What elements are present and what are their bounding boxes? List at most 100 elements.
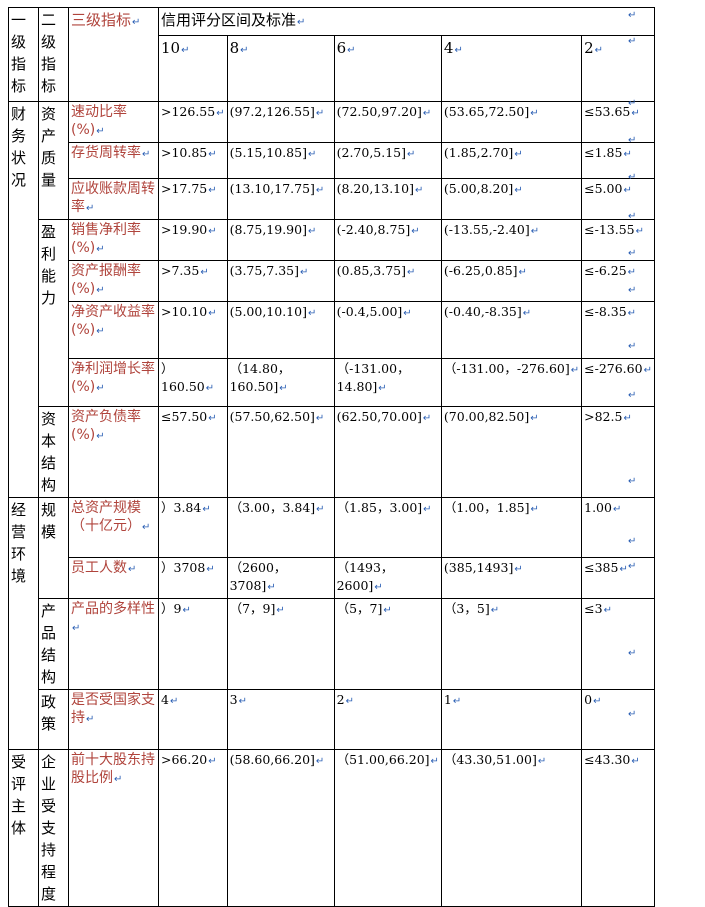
value-cell: (72.50,97.20]↵ [333, 101, 442, 143]
row-end-mark: ↵ [628, 36, 637, 47]
value-cell: ≤-13.55↵ [581, 219, 655, 261]
group-supported: 受评主体 [8, 749, 39, 907]
credit-score-table: 一级指标 二级指标 三级指标↵ 信用评分区间及标准↵ 10↵ 8↵ 6↵ 4↵ … [8, 7, 655, 907]
table-row: 政策 是否受国家支持↵ 4↵ 3↵ 2↵ 1↵ 0↵ [9, 689, 655, 750]
value-cell: （7，9]↵ [226, 598, 335, 690]
subgroup-asset-quality: 资产质量 [38, 101, 69, 220]
row-end-mark: ↵ [628, 390, 637, 401]
value-cell: (13.10,17.75]↵ [226, 178, 335, 220]
table-row: 应收账款周转率↵ >17.75↵ (13.10,17.75]↵ (8.20,13… [9, 178, 655, 220]
value-cell: >19.90↵ [158, 219, 228, 261]
row-end-mark: ↵ [628, 248, 637, 259]
table-row: 产品结构 产品的多样性↵ ）9↵ （7，9]↵ （5，7]↵ （3，5]↵ ≤3… [9, 598, 655, 690]
table-row: 盈利能力 销售净利率(%)↵ >19.90↵ (8.75,19.90]↵ (-2… [9, 219, 655, 407]
value-cell: 1↵ [440, 689, 583, 750]
row-end-mark: ↵ [628, 135, 637, 146]
table-row: 经营环境 规模 总资产规模（十亿元）↵ ）3.84↵ （3.00，3.84]↵ … [8, 497, 655, 750]
table-row: 净资产收益率(%)↵ >10.10↵ (5.00,10.10]↵ (-0.4,5… [9, 301, 655, 359]
table-row: 财务状况 资产质量 速动比率(%)↵ >126.55↵ (97.2,126.55… [8, 101, 655, 498]
value-cell: >126.55↵ [158, 101, 228, 143]
subgroup-policy: 政策 [38, 689, 69, 750]
value-cell: >17.75↵ [158, 178, 228, 220]
subgroup-capital-structure: 资本结构 [38, 406, 69, 498]
value-cell: （1.00，1.85]↵ [440, 497, 583, 558]
header-score-2: 2↵ [581, 35, 655, 102]
indicator-cell: 前十大股东持股比例↵ [68, 749, 159, 907]
group-operating: 经营环境 [8, 497, 39, 750]
value-cell: ≤57.50↵ [158, 406, 228, 498]
table-row: 资产报酬率(%)↵ >7.35↵ (3.75,7.35]↵ (0.85,3.75… [9, 260, 655, 302]
value-cell: ≤5.00↵ [581, 178, 655, 220]
header-credit-range: 信用评分区间及标准↵ [158, 7, 655, 36]
value-cell: 0↵ [581, 689, 655, 750]
row-end-mark: ↵ [628, 561, 637, 572]
value-cell: ≤-8.35↵ [581, 301, 655, 359]
value-cell: (1.85,2.70]↵ [440, 142, 583, 179]
header-level3: 三级指标↵ [68, 7, 159, 102]
value-cell: (3.75,7.35]↵ [226, 260, 335, 302]
value-cell: ）3708↵ [158, 557, 228, 599]
value-cell: (2.70,5.15]↵ [333, 142, 442, 179]
value-cell: 3↵ [226, 689, 335, 750]
value-cell: ≤43.30↵ [581, 749, 655, 907]
subgroup-scale: 规模 [38, 497, 69, 599]
value-cell: （-131.00，-276.60]↵ [440, 358, 583, 407]
value-cell: ≤-276.60↵ [581, 358, 655, 407]
value-cell: (-13.55,-2.40]↵ [440, 219, 583, 261]
value-cell: ）9↵ [158, 598, 228, 690]
value-cell: 4↵ [158, 689, 228, 750]
indicator-cell: 净资产收益率(%)↵ [68, 301, 159, 359]
row-end-mark: ↵ [628, 211, 637, 222]
value-cell: ）160.50↵ [158, 358, 228, 407]
indicator-cell: 存货周转率↵ [68, 142, 159, 179]
value-cell: >10.10↵ [158, 301, 228, 359]
value-cell: (53.65,72.50]↵ [440, 101, 583, 143]
indicator-cell: 速动比率(%)↵ [68, 101, 159, 143]
table-row: 资本结构 资产负债率(%)↵ ≤57.50↵ (57.50,62.50]↵ (6… [9, 406, 655, 498]
value-cell: （2600，3708]↵ [226, 557, 335, 599]
row-end-mark: ↵ [628, 536, 637, 547]
value-cell: ≤-6.25↵ [581, 260, 655, 302]
value-cell: （51.00,66.20]↵ [333, 749, 442, 907]
table-row: 净利润增长率(%)↵ ）160.50↵ （14.80，160.50]↵ （-13… [9, 358, 655, 407]
indicator-cell: 资产负债率(%)↵ [68, 406, 159, 498]
value-cell: >10.85↵ [158, 142, 228, 179]
indicator-cell: 产品的多样性↵ [68, 598, 159, 690]
value-cell: (5.15,10.85]↵ [226, 142, 335, 179]
value-cell: （-131.00，14.80]↵ [333, 358, 442, 407]
indicator-cell: 总资产规模（十亿元）↵ [68, 497, 159, 558]
row-end-mark: ↵ [628, 709, 637, 720]
row-end-mark: ↵ [628, 172, 637, 183]
value-cell: (70.00,82.50]↵ [440, 406, 583, 498]
value-cell: （14.80，160.50]↵ [226, 358, 335, 407]
value-cell: (8.20,13.10]↵ [333, 178, 442, 220]
subgroup-product-structure: 产品结构 [38, 598, 69, 690]
value-cell: (5.00,10.10]↵ [226, 301, 335, 359]
value-cell: >66.20↵ [158, 749, 228, 907]
subgroup-enterprise-support: 企业受支持程度 [38, 749, 69, 907]
header-score-4: 4↵ [440, 35, 583, 102]
value-cell: (-0.4,5.00]↵ [333, 301, 442, 359]
value-cell: 1.00↵ [581, 497, 655, 558]
value-cell: (-0.40,-8.35]↵ [440, 301, 583, 359]
indicator-cell: 员工人数↵ [68, 557, 159, 599]
table-row: 存货周转率↵ >10.85↵ (5.15,10.85]↵ (2.70,5.15]… [9, 142, 655, 179]
indicator-cell: 应收账款周转率↵ [68, 178, 159, 220]
row-end-mark: ↵ [628, 476, 637, 487]
value-cell: (58.60,66.20]↵ [226, 749, 335, 907]
group-financial: 财务状况 [8, 101, 39, 498]
value-cell: (8.75,19.90]↵ [226, 219, 335, 261]
subgroup-profitability: 盈利能力 [38, 219, 69, 407]
value-cell: （43.30,51.00]↵ [440, 749, 583, 907]
value-cell: (-2.40,8.75]↵ [333, 219, 442, 261]
value-cell: （3，5]↵ [440, 598, 583, 690]
value-cell: ≤3↵ [581, 598, 655, 690]
indicator-cell: 净利润增长率(%)↵ [68, 358, 159, 407]
value-cell: (57.50,62.50]↵ [226, 406, 335, 498]
row-end-mark: ↵ [628, 98, 637, 109]
indicator-cell: 是否受国家支持↵ [68, 689, 159, 750]
value-cell: (62.50,70.00]↵ [333, 406, 442, 498]
indicator-cell: 销售净利率(%)↵ [68, 219, 159, 261]
value-cell: ≤1.85↵ [581, 142, 655, 179]
value-cell: （1493，2600]↵ [333, 557, 442, 599]
